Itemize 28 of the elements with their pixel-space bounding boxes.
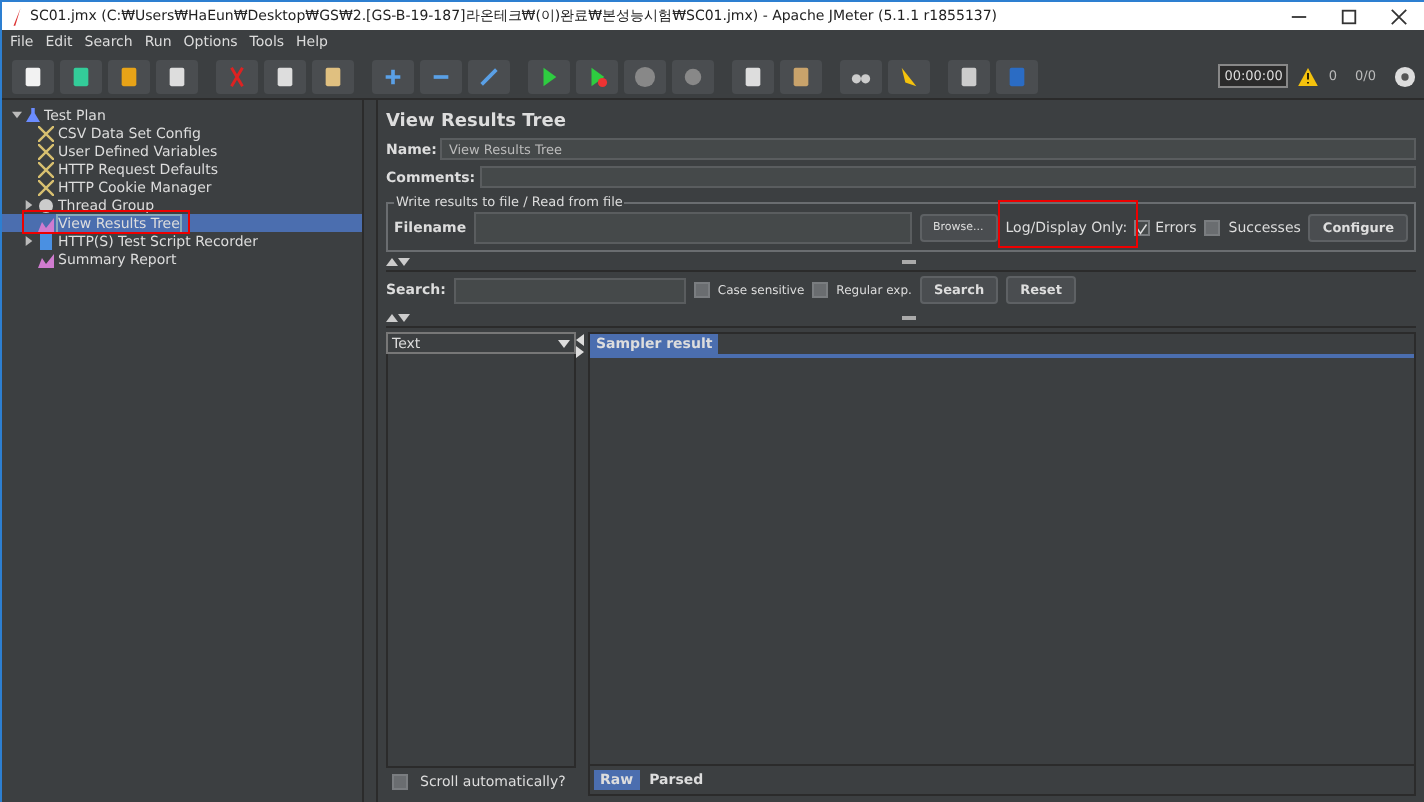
expander-icon[interactable] bbox=[24, 236, 34, 246]
scroll-checkbox[interactable] bbox=[392, 774, 408, 790]
close-icon[interactable] bbox=[1390, 7, 1408, 25]
chart-icon bbox=[38, 251, 54, 267]
filename-field[interactable] bbox=[474, 212, 911, 244]
regex-checkbox[interactable] bbox=[812, 282, 829, 298]
expander-icon[interactable] bbox=[24, 200, 34, 210]
collapse-arrows-icon[interactable] bbox=[386, 313, 410, 321]
start-nopause-icon[interactable] bbox=[576, 59, 618, 93]
remove-icon[interactable] bbox=[420, 59, 462, 93]
start-icon[interactable] bbox=[528, 59, 570, 93]
search-field[interactable] bbox=[453, 277, 686, 303]
warning-icon bbox=[1298, 67, 1319, 85]
expander-icon[interactable] bbox=[12, 110, 22, 120]
comments-field[interactable] bbox=[479, 166, 1416, 188]
panel-title: View Results Tree bbox=[386, 112, 568, 132]
dropdown-caret-icon bbox=[558, 339, 570, 347]
stop-icon[interactable] bbox=[624, 59, 666, 93]
feather-icon bbox=[10, 7, 24, 25]
successes-checkbox[interactable] bbox=[1204, 220, 1221, 236]
flask-icon bbox=[26, 108, 40, 122]
add-icon[interactable] bbox=[372, 59, 414, 93]
collapse-arrows-icon[interactable] bbox=[386, 257, 410, 265]
chart-icon bbox=[38, 215, 54, 231]
split-arrows-icon[interactable] bbox=[576, 334, 584, 358]
case-checkbox[interactable] bbox=[693, 282, 710, 298]
maximize-icon[interactable] bbox=[1340, 7, 1358, 25]
binoculars-icon[interactable] bbox=[840, 59, 882, 93]
